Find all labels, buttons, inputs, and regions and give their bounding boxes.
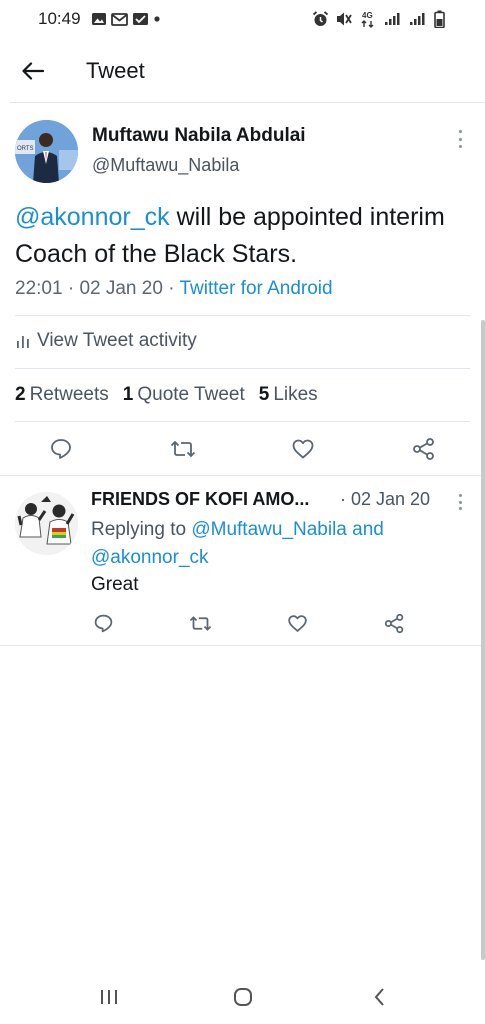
more-dot <box>458 145 462 148</box>
activity-label: View Tweet activity <box>37 330 197 351</box>
scrollbar[interactable] <box>481 320 485 960</box>
tweet-stats: 2 Retweets 1 Quote Tweet 5 Likes <box>15 384 318 406</box>
divider <box>0 475 485 476</box>
meta-separator: · <box>168 278 175 299</box>
share-icon <box>384 613 403 633</box>
avatar-image: ORTS <box>15 120 78 183</box>
gmail-icon <box>110 13 128 26</box>
mute-icon <box>337 12 352 26</box>
retweet-button[interactable] <box>185 608 215 638</box>
system-nav-bar <box>0 970 485 1024</box>
reply-icon <box>51 439 71 459</box>
app-header: Tweet <box>0 48 485 94</box>
divider <box>0 645 485 646</box>
more-dot <box>458 137 462 141</box>
tweet-text: @akonnor_ck will be appointed interim Co… <box>15 199 470 273</box>
replying-and[interactable]: and <box>347 519 384 540</box>
more-options-button[interactable] <box>453 127 467 151</box>
recent-apps-button[interactable] <box>94 984 124 1010</box>
share-icon <box>413 438 434 460</box>
status-time: 10:49 <box>38 9 81 28</box>
svg-text:4G: 4G <box>362 11 373 20</box>
likes-label: Likes <box>273 384 318 405</box>
tweet-date: 02 Jan 20 <box>79 278 163 299</box>
author-name[interactable]: Muftawu Nabila Abdulai <box>92 125 306 147</box>
system-back-button[interactable] <box>365 984 395 1010</box>
tweet-time: 22:01 <box>15 278 63 299</box>
heart-icon <box>292 439 314 459</box>
retweet-button[interactable] <box>168 434 198 464</box>
svg-text:ORTS: ORTS <box>17 146 34 152</box>
tweet-source-link[interactable]: Twitter for Android <box>179 278 332 299</box>
quote-count: 1 <box>122 384 134 405</box>
analytics-icon <box>17 336 29 348</box>
divider <box>15 368 470 369</box>
dot-icon <box>153 16 160 22</box>
signal-icon <box>410 13 425 25</box>
more-dot <box>458 500 462 504</box>
divider <box>15 421 470 422</box>
view-tweet-activity[interactable]: View Tweet activity <box>15 330 197 352</box>
like-button[interactable] <box>288 434 318 464</box>
avatar-image <box>15 492 78 555</box>
retweets-label: Retweets <box>29 384 109 405</box>
meta-separator: · <box>67 278 75 299</box>
reply-date: · 02 Jan 20 <box>340 489 431 509</box>
reply-tweet[interactable]: FRIENDS OF KOFI AMO... · 02 Jan 20 Reply… <box>0 478 485 646</box>
reply-author-name[interactable]: FRIENDS OF KOFI AMO... <box>91 489 309 510</box>
arrow-left-icon <box>22 62 44 80</box>
heart-icon <box>287 614 307 632</box>
alarm-icon <box>312 11 329 26</box>
more-dot <box>458 130 462 133</box>
replying-to: Replying to @Muftawu_Nabila and @akonnor_… <box>91 516 461 572</box>
share-button[interactable] <box>379 608 409 638</box>
likes-count: 5 <box>258 384 270 405</box>
back-button[interactable] <box>18 56 48 86</box>
tweet-meta: 22:01 · 02 Jan 20 · Twitter for Android <box>15 278 333 300</box>
reply-button[interactable] <box>88 608 118 638</box>
retweet-icon <box>189 615 211 631</box>
gallery-icon <box>91 13 106 25</box>
replying-prefix: Replying to <box>91 519 192 540</box>
replying-mention[interactable]: @Muftawu_Nabila <box>191 519 347 540</box>
signal-icon <box>385 13 400 25</box>
reply-more-options-button[interactable] <box>455 492 465 512</box>
share-button[interactable] <box>409 434 439 464</box>
reply-author-avatar[interactable] <box>15 492 78 555</box>
battery-icon <box>434 10 445 28</box>
network-icon: 4G <box>361 11 374 28</box>
status-bar: 10:49 4G <box>0 0 485 38</box>
reply-button[interactable] <box>46 434 76 464</box>
quote-label: Quote Tweet <box>137 384 245 405</box>
header-divider <box>10 102 485 103</box>
retweets-stat[interactable]: 2 Retweets <box>15 384 109 406</box>
more-dot <box>458 507 462 510</box>
replying-mention[interactable]: @akonnor_ck <box>91 547 209 568</box>
recents-icon <box>101 990 117 1004</box>
message-icon <box>132 12 148 25</box>
author-handle[interactable]: @Muftawu_Nabila <box>92 155 239 176</box>
author-avatar[interactable]: ORTS <box>15 120 78 183</box>
reply-actions <box>0 608 485 638</box>
quote-tweets-stat[interactable]: 1 Quote Tweet <box>123 384 245 406</box>
chevron-left-icon <box>374 988 384 1006</box>
reply-text: Great <box>91 574 139 595</box>
reply-icon <box>94 614 112 632</box>
page-title: Tweet <box>86 58 145 83</box>
more-dot <box>458 494 462 497</box>
likes-stat[interactable]: 5 Likes <box>259 384 318 406</box>
home-icon <box>234 988 252 1006</box>
mention-link[interactable]: @akonnor_ck <box>15 203 170 231</box>
like-button[interactable] <box>282 608 312 638</box>
divider <box>15 315 470 316</box>
retweet-icon <box>170 440 196 458</box>
retweets-count: 2 <box>15 384 26 405</box>
tweet-actions <box>0 431 485 471</box>
home-button[interactable] <box>228 984 258 1010</box>
